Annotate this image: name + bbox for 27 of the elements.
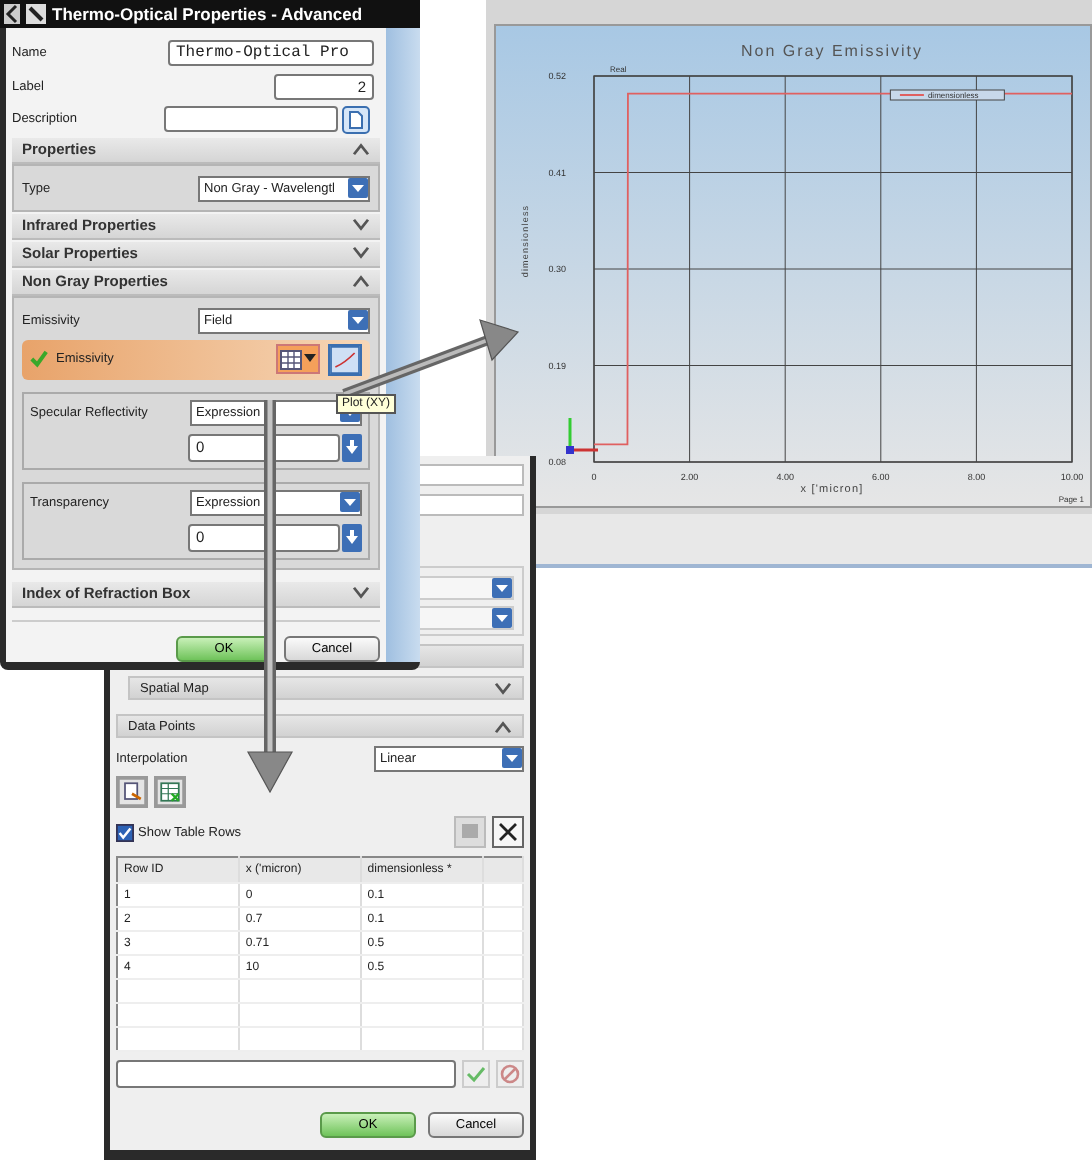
check-icon[interactable] xyxy=(462,1060,490,1088)
pin-icon[interactable] xyxy=(26,4,46,24)
plot-button[interactable] xyxy=(328,343,362,376)
table-field-button[interactable] xyxy=(276,344,320,375)
chevron-icon[interactable] xyxy=(352,246,370,261)
chevron-icon[interactable] xyxy=(494,719,512,733)
caret-icon xyxy=(304,354,316,365)
document-icon[interactable] xyxy=(342,105,370,134)
description-field[interactable] xyxy=(164,106,338,133)
chevron-icon[interactable] xyxy=(352,142,370,157)
chevron-icon[interactable] xyxy=(352,218,370,233)
back-icon[interactable] xyxy=(4,4,20,24)
name-field[interactable]: Thermo-Optical Pro xyxy=(168,40,374,67)
spreadsheet-icon[interactable] xyxy=(154,776,186,808)
dialog-title: Thermo-Optical Properties - Advanced xyxy=(52,4,363,24)
chevron-icon[interactable] xyxy=(494,681,512,695)
checkbox[interactable] xyxy=(116,823,134,841)
input-field[interactable] xyxy=(116,1060,456,1088)
spinner-icon[interactable] xyxy=(342,433,362,462)
chevron-icon[interactable] xyxy=(352,274,370,289)
chevron-icon[interactable] xyxy=(352,586,370,601)
import-icon[interactable] xyxy=(116,776,148,808)
spinner-icon[interactable] xyxy=(342,523,362,552)
delete-icon[interactable] xyxy=(492,816,524,848)
axis-triad-icon xyxy=(566,418,598,454)
chart-title: Non Gray Emissivity xyxy=(741,42,923,60)
table-icon xyxy=(280,349,302,370)
